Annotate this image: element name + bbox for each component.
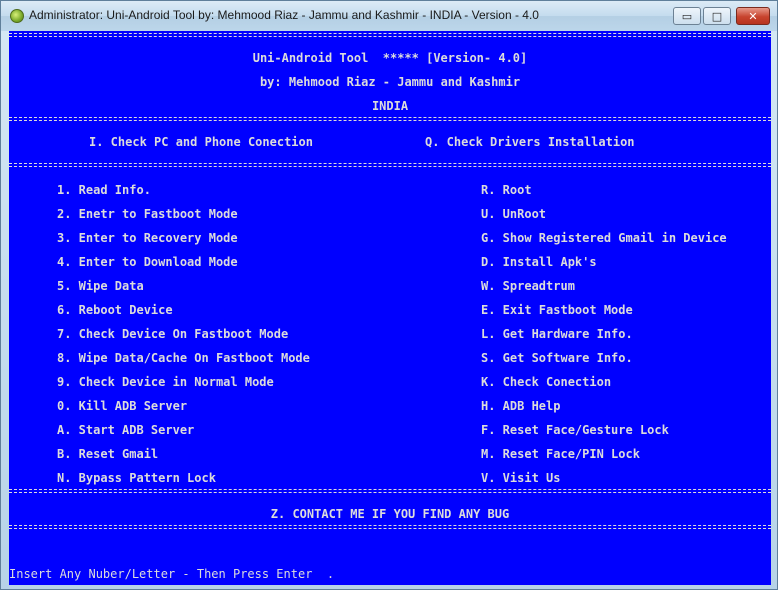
close-icon: ✕ — [748, 9, 758, 23]
window-title: Administrator: Uni-Android Tool by: Mehm… — [29, 8, 539, 22]
header-title: Uni-Android Tool ***** [Version- 4.0] — [252, 51, 528, 65]
console-output[interactable]: Uni-Android Tool ***** [Version- 4.0] by… — [9, 31, 771, 585]
menu-right-item-10: F. Reset Face/Gesture Lock — [481, 423, 669, 437]
menu-right-item-8: K. Check Conection — [481, 375, 612, 389]
menu-left-item-9: 0. Kill ADB Server — [57, 399, 188, 413]
maximize-button[interactable]: □ — [703, 7, 731, 25]
menu-right-item-4: W. Spreadtrum — [481, 279, 575, 293]
minimize-button[interactable]: ▭ — [673, 7, 701, 25]
menu-option-check-pc: I. Check PC and Phone Conection — [89, 135, 313, 149]
console-window: Administrator: Uni-Android Tool by: Mehm… — [0, 0, 778, 590]
minimize-icon: ▭ — [681, 9, 693, 23]
menu-left-item-6: 7. Check Device On Fastboot Mode — [57, 327, 289, 341]
menu-right-item-2: G. Show Registered Gmail in Device — [481, 231, 727, 245]
menu-left-item-7: 8. Wipe Data/Cache On Fastboot Mode — [57, 351, 310, 365]
menu-option-check-drivers: Q. Check Drivers Installation — [425, 135, 635, 149]
menu-left-item-8: 9. Check Device in Normal Mode — [57, 375, 274, 389]
title-bar[interactable]: Administrator: Uni-Android Tool by: Mehm… — [1, 1, 777, 31]
menu-left-item-3: 4. Enter to Download Mode — [57, 255, 238, 269]
app-icon — [10, 9, 24, 23]
contact-line: Z. CONTACT ME IF YOU FIND ANY BUG — [270, 507, 510, 521]
menu-right-item-9: H. ADB Help — [481, 399, 561, 413]
menu-left-item-1: 2. Enetr to Fastboot Mode — [57, 207, 238, 221]
divider-header — [9, 117, 771, 121]
divider-checks — [9, 163, 771, 167]
menu-left-item-4: 5. Wipe Data — [57, 279, 144, 293]
close-button[interactable]: ✕ — [736, 7, 770, 25]
menu-right-item-6: L. Get Hardware Info. — [481, 327, 633, 341]
menu-right-item-3: D. Install Apk's — [481, 255, 597, 269]
divider-menu — [9, 489, 771, 493]
menu-left-item-0: 1. Read Info. — [57, 183, 151, 197]
menu-right-item-7: S. Get Software Info. — [481, 351, 633, 365]
menu-right-item-5: E. Exit Fastboot Mode — [481, 303, 633, 317]
menu-left-item-5: 6. Reboot Device — [57, 303, 173, 317]
menu-left-item-10: A. Start ADB Server — [57, 423, 195, 437]
menu-right-item-11: M. Reset Face/PIN Lock — [481, 447, 640, 461]
menu-right-item-0: R. Root — [481, 183, 532, 197]
input-prompt[interactable]: Insert Any Nuber/Letter - Then Press Ent… — [9, 566, 334, 582]
divider-contact — [9, 525, 771, 529]
menu-right-item-12: V. Visit Us — [481, 471, 561, 485]
header-country: INDIA — [371, 99, 409, 113]
header-author: by: Mehmood Riaz - Jammu and Kashmir — [259, 75, 521, 89]
menu-left-item-2: 3. Enter to Recovery Mode — [57, 231, 238, 245]
divider-top — [9, 33, 771, 37]
menu-left-item-12: N. Bypass Pattern Lock — [57, 471, 216, 485]
menu-right-item-1: U. UnRoot — [481, 207, 547, 221]
menu-left-item-11: B. Reset Gmail — [57, 447, 159, 461]
maximize-icon: □ — [711, 9, 723, 23]
